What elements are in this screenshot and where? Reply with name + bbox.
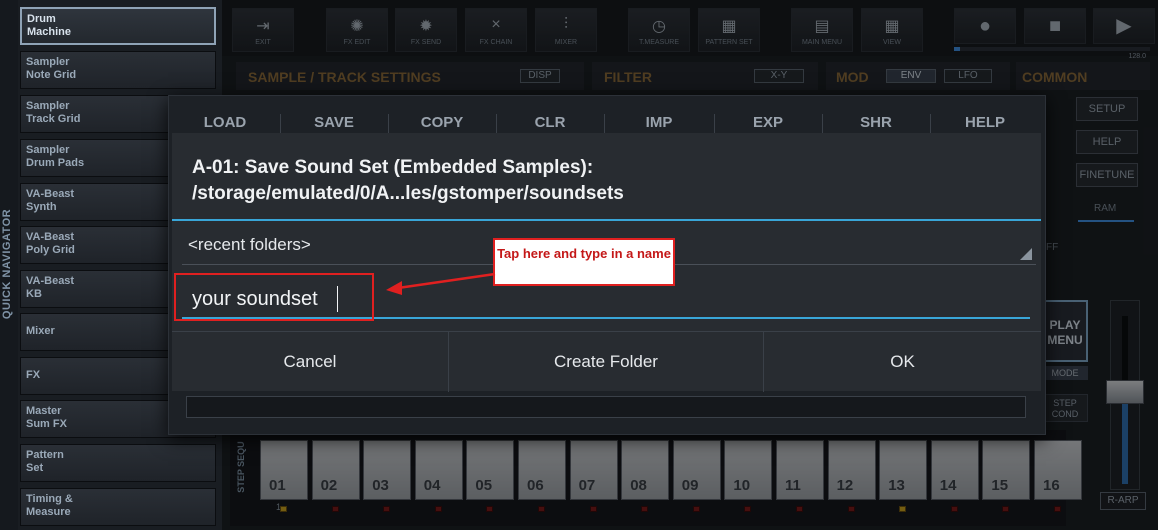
instruction-callout: Tap here and type in a name xyxy=(493,238,675,286)
quick-navigator-strip: QUICK NAVIGATOR xyxy=(0,0,18,530)
input-highlight-box xyxy=(174,273,374,321)
nav-sampler-note-grid[interactable]: Sampler Note Grid xyxy=(20,51,216,89)
create-folder-button[interactable]: Create Folder xyxy=(449,332,763,392)
recent-folders-label: <recent folders> xyxy=(188,235,311,254)
nav-timing-measure[interactable]: Timing & Measure xyxy=(20,488,216,526)
dialog-path-line: /storage/emulated/0/A...les/gstomper/sou… xyxy=(192,183,624,204)
dialog-title-line: A-01: Save Sound Set (Embedded Samples): xyxy=(192,157,594,178)
dialog-lower-strip xyxy=(186,396,1026,418)
dialog-title: A-01: Save Sound Set (Embedded Samples):… xyxy=(192,155,1032,207)
title-divider xyxy=(172,219,1041,221)
quick-navigator-label: QUICK NAVIGATOR xyxy=(1,208,13,320)
cancel-button[interactable]: Cancel xyxy=(172,332,448,392)
callout-arrow-icon xyxy=(386,272,496,295)
dialog-button-bar: Cancel Create Folder OK xyxy=(172,331,1041,392)
ok-button[interactable]: OK xyxy=(764,332,1041,392)
nav-pattern-set[interactable]: Pattern Set xyxy=(20,444,216,482)
dropdown-corner-icon xyxy=(1020,248,1032,260)
nav-drum-machine[interactable]: Drum Machine xyxy=(20,7,216,45)
